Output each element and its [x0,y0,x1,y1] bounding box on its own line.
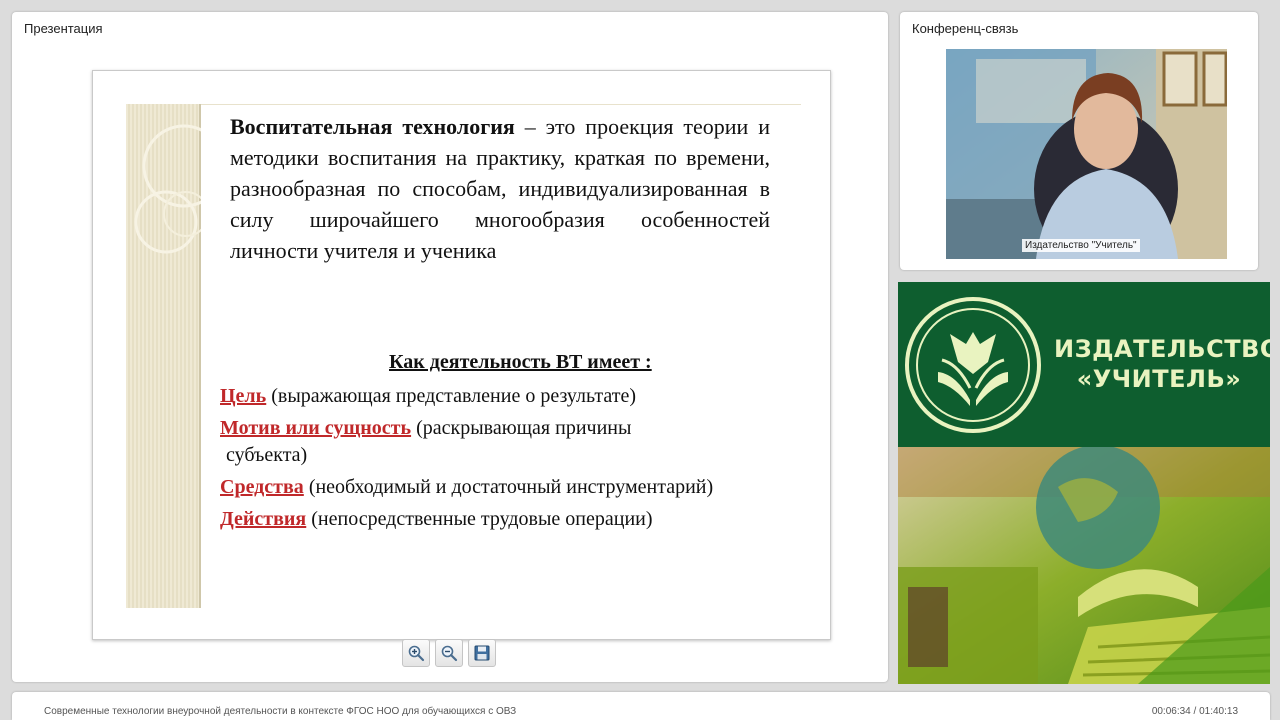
zoom-out-button[interactable] [435,639,463,667]
list-term: Цель [220,385,267,407]
banner-logo-area: ИЗДАТЕЛЬСТВО «УЧИТЕЛЬ» [898,282,1270,447]
list-item: Действия (непосредственные трудовые опер… [220,506,800,533]
list-desc: (раскрывающая причины [411,417,632,439]
slide-definition: Воспитательная технология – это проекция… [230,111,770,266]
presentation-title: Презентация [24,21,103,36]
zoom-in-icon [408,645,425,662]
webinar-title: Современные технологии внеурочной деятел… [44,706,517,717]
list-desc: (выражающая представление о результате) [266,385,636,407]
list-item: Мотив или сущность (раскрывающая причины… [220,415,800,469]
participant-label: Издательство "Учитель" [1022,239,1140,252]
books-globe-image [898,445,1270,684]
slide-decoration [126,104,226,608]
video-feed[interactable]: Издательство "Учитель" [946,49,1227,259]
list-term: Средства [220,476,304,498]
conference-title: Конференц-связь [912,21,1019,36]
conference-panel: Конференц-связь Издательство "Учитель" [900,12,1258,270]
list-item: Цель (выражающая представление о результ… [220,383,800,410]
publisher-name: ИЗДАТЕЛЬСТВО «УЧИТЕЛЬ» [1054,334,1270,394]
publisher-name-line2: «УЧИТЕЛЬ» [1076,365,1242,393]
banner-image [898,445,1270,684]
rings-decoration [134,124,226,254]
presentation-panel: Презентация Воспитательная технология – … [12,12,888,682]
save-button[interactable] [468,639,496,667]
publisher-logo-icon [905,297,1041,433]
slide-toolbar [402,639,496,667]
floppy-disk-icon [474,645,490,661]
list-desc-continued: субъекта) [226,444,308,466]
list-term: Действия [220,508,307,530]
slide-divider [201,104,801,105]
list-item: Средства (необходимый и достаточный инст… [220,474,800,501]
slide: Воспитательная технология – это проекция… [92,70,831,640]
publisher-banner: ИЗДАТЕЛЬСТВО «УЧИТЕЛЬ» [898,282,1270,684]
slide-heading: Как деятельность ВТ имеет : [389,351,652,373]
list-term: Мотив или сущность [220,417,412,439]
speaker-video-image [946,49,1227,259]
playback-time: 00:06:34 / 01:40:13 [1151,706,1238,717]
slide-list: Цель (выражающая представление о результ… [220,383,800,538]
zoom-out-icon [441,645,458,662]
publisher-name-line1: ИЗДАТЕЛЬСТВО [1054,335,1270,363]
definition-term: Воспитательная технология [230,114,515,139]
list-desc: (необходимый и достаточный инструментари… [303,476,714,498]
zoom-in-button[interactable] [402,639,430,667]
footer-bar: Современные технологии внеурочной деятел… [12,692,1270,720]
list-desc: (непосредственные трудовые операции) [306,508,653,530]
